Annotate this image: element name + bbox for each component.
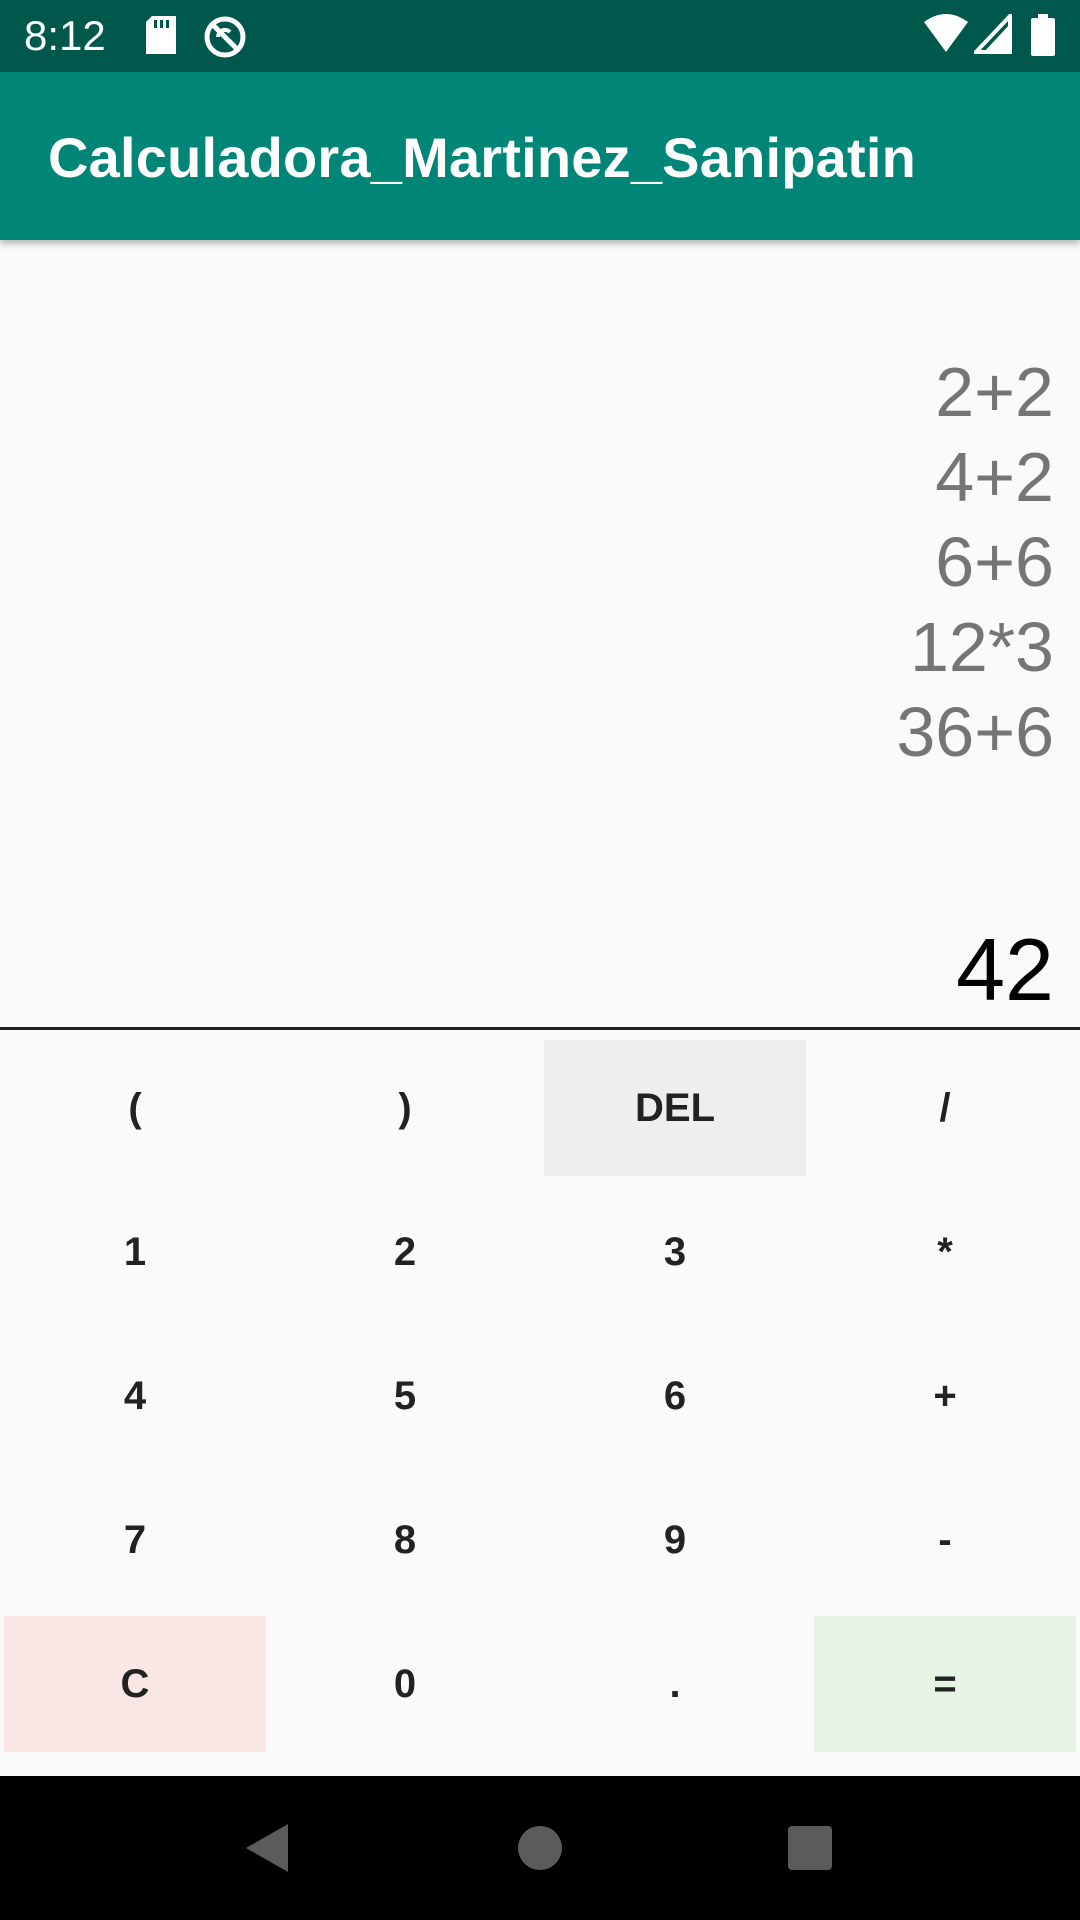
result-display: 42	[956, 920, 1054, 1019]
add-button[interactable]: +	[814, 1328, 1076, 1464]
digit-8-button[interactable]: 8	[274, 1472, 536, 1608]
display-divider	[0, 1027, 1080, 1030]
history-item: 36+6	[896, 693, 1054, 771]
back-icon[interactable]	[232, 1812, 304, 1884]
multiply-button[interactable]: *	[814, 1184, 1076, 1320]
navigation-bar	[0, 1776, 1080, 1920]
history-item: 2+2	[935, 353, 1054, 431]
no-sync-icon	[202, 14, 248, 65]
equals-button[interactable]: =	[814, 1616, 1076, 1752]
cellular-signal-icon	[971, 10, 1012, 59]
digit-3-button[interactable]: 3	[544, 1184, 806, 1320]
delete-button[interactable]: DEL	[544, 1040, 806, 1176]
wifi-icon	[924, 14, 968, 59]
digit-9-button[interactable]: 9	[544, 1472, 806, 1608]
digit-6-button[interactable]: 6	[544, 1328, 806, 1464]
home-icon[interactable]	[504, 1812, 576, 1884]
recents-icon[interactable]	[774, 1812, 846, 1884]
app-title: Calculadora_Martinez_Sanipatin	[48, 126, 917, 189]
digit-2-button[interactable]: 2	[274, 1184, 536, 1320]
history-item: 6+6	[935, 523, 1054, 601]
divide-button[interactable]: /	[814, 1040, 1076, 1176]
digit-4-button[interactable]: 4	[4, 1328, 266, 1464]
close-paren-button[interactable]: )	[274, 1040, 536, 1176]
history-item: 12*3	[909, 608, 1054, 686]
digit-0-button[interactable]: 0	[274, 1616, 536, 1752]
keypad: ( ) DEL / 1 2 3 * 4 5 6 + 7 8 9 - C 0 . …	[0, 1036, 1080, 1761]
battery-icon	[1030, 14, 1056, 61]
subtract-button[interactable]: -	[814, 1472, 1076, 1608]
digit-5-button[interactable]: 5	[274, 1328, 536, 1464]
clear-button[interactable]: C	[4, 1616, 266, 1752]
digit-7-button[interactable]: 7	[4, 1472, 266, 1608]
history-item: 4+2	[935, 438, 1054, 516]
digit-1-button[interactable]: 1	[4, 1184, 266, 1320]
app-bar: Calculadora_Martinez_Sanipatin	[0, 72, 1080, 240]
status-bar: 8:12	[0, 0, 1080, 72]
sd-card-icon	[142, 14, 180, 61]
history-list: 2+2 4+2 6+6 12*3 36+6	[896, 350, 1054, 775]
status-time: 8:12	[24, 12, 106, 59]
open-paren-button[interactable]: (	[4, 1040, 266, 1176]
decimal-point-button[interactable]: .	[544, 1616, 806, 1752]
